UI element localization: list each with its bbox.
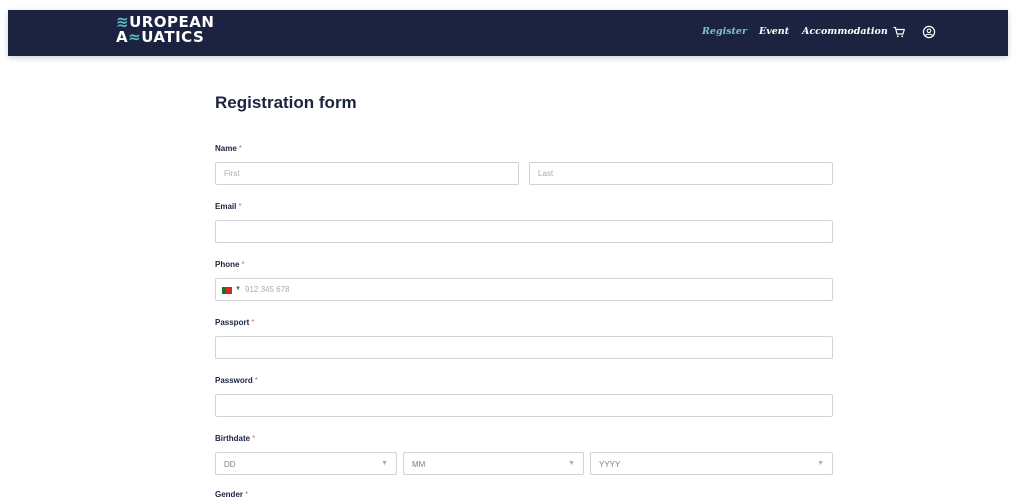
logo-line2-b: UATICS: [141, 28, 205, 46]
birth-year-value: YYYY: [599, 460, 621, 469]
site-header: ≋UROPEAN A≈UATICS Register Event Accommo…: [8, 10, 1008, 56]
passport-field[interactable]: [215, 336, 833, 359]
birth-month-value: MM: [412, 460, 426, 469]
chevron-down-icon: ▼: [817, 460, 824, 467]
birth-day-value: DD: [224, 460, 236, 469]
birth-month-select[interactable]: MM ▼: [403, 452, 584, 475]
passport-label: Passport *: [215, 318, 255, 327]
password-input[interactable]: [216, 395, 832, 416]
password-field[interactable]: [215, 394, 833, 417]
top-strip: [0, 0, 1024, 10]
phone-label: Phone *: [215, 260, 245, 269]
european-aquatics-logo[interactable]: ≋UROPEAN A≈UATICS: [116, 15, 214, 45]
country-chevron-icon[interactable]: ▼: [235, 286, 241, 292]
nav-accommodation[interactable]: Accommodation: [802, 26, 888, 37]
page-title: Registration form: [215, 93, 357, 112]
email-input[interactable]: [216, 221, 832, 242]
name-label: Name *: [215, 144, 242, 153]
nav-register[interactable]: Register: [702, 26, 747, 37]
last-name-field[interactable]: [529, 162, 833, 185]
email-field[interactable]: [215, 220, 833, 243]
phone-field[interactable]: ▼: [215, 278, 833, 301]
nav-event[interactable]: Event: [759, 26, 789, 37]
birthdate-label: Birthdate *: [215, 434, 256, 443]
first-name-input[interactable]: [216, 163, 518, 184]
last-name-input[interactable]: [530, 163, 832, 184]
account-icon[interactable]: [922, 25, 936, 39]
birth-year-select[interactable]: YYYY ▼: [590, 452, 833, 475]
chevron-down-icon: ▼: [381, 460, 388, 467]
logo-q-wave: ≈: [128, 28, 142, 46]
passport-input[interactable]: [216, 337, 832, 358]
logo-line2-a: A: [116, 28, 129, 46]
cart-icon[interactable]: [892, 25, 906, 39]
gender-label: Gender *: [215, 490, 249, 499]
email-label: Email *: [215, 202, 242, 211]
password-label: Password *: [215, 376, 258, 385]
phone-input[interactable]: [243, 279, 832, 300]
first-name-field[interactable]: [215, 162, 519, 185]
portugal-flag-icon[interactable]: [222, 287, 232, 294]
birth-day-select[interactable]: DD ▼: [215, 452, 397, 475]
chevron-down-icon: ▼: [568, 460, 575, 467]
